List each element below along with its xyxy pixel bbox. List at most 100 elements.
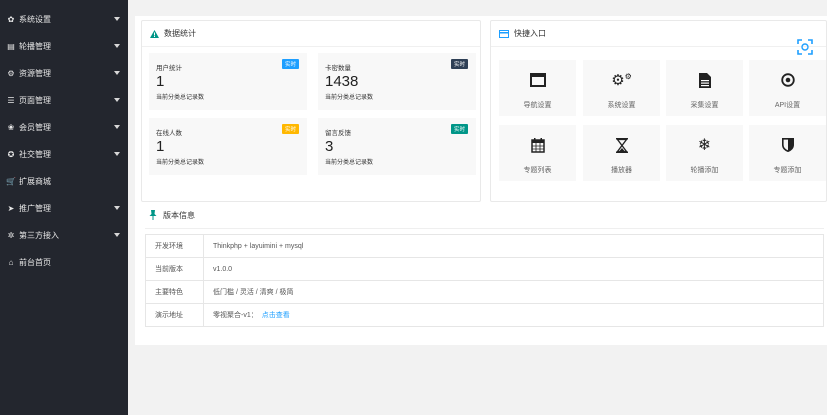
- quick-nav-settings[interactable]: 导航设置: [499, 60, 576, 116]
- chevron-down-icon: [114, 17, 120, 21]
- sidebar-item-label: 会员管理: [19, 123, 51, 132]
- stats-card: 数据统计 用户统计 实时 1 当前分类总记录数 卡密数量 实时 1438 当前分…: [141, 20, 481, 202]
- row-value-text: Thinkphp + layuimini + mysql: [213, 242, 304, 250]
- stat-desc: 当前分类总记录数: [156, 160, 205, 166]
- sidebar-item-label: 扩展商城: [19, 177, 51, 186]
- row-value: v1.0.0: [203, 257, 824, 281]
- stat-label: 在线人数: [156, 130, 182, 137]
- credit-card-icon: [499, 29, 509, 38]
- version-table: 开发环境 Thinkphp + layuimini + mysql 当前版本 v…: [145, 234, 824, 327]
- image-icon: ▤: [7, 42, 15, 51]
- quick-label: 播放器: [611, 167, 632, 174]
- sidebar-item-promotion[interactable]: ➤ 推广管理: [0, 195, 128, 222]
- window-icon: [499, 72, 576, 88]
- stat-value: 1: [156, 138, 165, 155]
- realtime-badge: 实时: [281, 59, 299, 69]
- row-key: 开发环境: [145, 234, 204, 258]
- stat-value: 1438: [325, 73, 359, 90]
- quick-access-card: 快捷入口 导航设置 ⚙ ⚙ 系统设置 采集设置 API设置 专题列表 播放器 ❄…: [490, 20, 827, 202]
- top-strip: [128, 0, 827, 9]
- chevron-down-icon: [114, 44, 120, 48]
- sidebar-item-label: 第三方接入: [19, 231, 59, 240]
- screenshot-scan-icon[interactable]: [796, 38, 814, 56]
- quick-label: 专题列表: [523, 167, 552, 174]
- stat-value: 3: [325, 138, 334, 155]
- chevron-down-icon: [114, 206, 120, 210]
- chevron-down-icon: [114, 152, 120, 156]
- row-value: 低门槛 / 灵活 / 清爽 / 极简: [203, 280, 824, 304]
- cogs-icon: ⚙ ⚙: [611, 71, 632, 90]
- quick-label: API设置: [774, 102, 801, 109]
- chevron-down-icon: [114, 71, 120, 75]
- stat-desc: 当前分类总记录数: [325, 160, 374, 166]
- quick-topic-add[interactable]: 专题添加: [749, 125, 826, 181]
- quick-topic-list[interactable]: 专题列表: [499, 125, 576, 181]
- row-key: 演示地址: [145, 303, 204, 327]
- circle-icon: ✪: [7, 150, 15, 159]
- list-icon: ☰: [7, 96, 15, 105]
- quick-collect-settings[interactable]: 采集设置: [666, 60, 743, 116]
- quick-label: 采集设置: [690, 102, 719, 109]
- quick-player[interactable]: 播放器: [583, 125, 660, 181]
- demo-link[interactable]: 点击查看: [262, 312, 290, 319]
- quick-label: 导航设置: [523, 102, 552, 109]
- quick-carousel-add[interactable]: ❄ 轮播添加: [666, 125, 743, 181]
- gears-icon: ⚙: [7, 69, 15, 78]
- sidebar-item-system-settings[interactable]: ✿ 系统设置: [0, 6, 128, 33]
- table-row: 演示地址 零视聚合-v1： 点击查看: [145, 303, 824, 327]
- sidebar-item-label: 轮播管理: [19, 42, 51, 51]
- sidebar-item-label: 页面管理: [19, 96, 51, 105]
- stats-card-title: 数据统计: [164, 29, 196, 38]
- row-value: Thinkphp + layuimini + mysql: [203, 234, 824, 258]
- sidebar-item-label: 系统设置: [19, 15, 51, 24]
- quick-label: 系统设置: [607, 102, 636, 109]
- chevron-down-icon: [114, 233, 120, 237]
- table-row: 主要特色 低门槛 / 灵活 / 清爽 / 极简: [145, 280, 824, 304]
- calendar-icon: [499, 137, 576, 153]
- stats-card-header: 数据统计: [142, 21, 480, 47]
- table-row: 开发环境 Thinkphp + layuimini + mysql: [145, 234, 824, 258]
- row-value-text: 零视聚合-v1：: [213, 312, 258, 319]
- sidebar-item-carousel[interactable]: ▤ 轮播管理: [0, 33, 128, 60]
- stat-card-key-count: 卡密数量 实时 1438 当前分类总记录数: [318, 53, 476, 110]
- divider: [145, 228, 824, 229]
- sidebar-item-label: 资源管理: [19, 69, 51, 78]
- stat-user-count: 用户统计 实时 1 当前分类总记录数: [149, 53, 307, 110]
- quick-label: 轮播添加: [690, 167, 719, 174]
- chevron-down-icon: [114, 125, 120, 129]
- sidebar-item-label: 推广管理: [19, 204, 51, 213]
- hourglass-icon: [583, 137, 660, 153]
- stat-label: 留言反馈: [325, 130, 351, 137]
- sidebar-item-home[interactable]: ⌂ 前台首页: [0, 249, 128, 276]
- warning-triangle-icon: [150, 29, 159, 38]
- realtime-badge: 实时: [450, 124, 468, 134]
- stat-desc: 当前分类总记录数: [325, 95, 374, 101]
- sidebar-item-resources[interactable]: ⚙ 资源管理: [0, 60, 128, 87]
- row-value-text: 低门槛 / 灵活 / 清爽 / 极简: [213, 289, 294, 296]
- send-icon: ➤: [7, 204, 15, 213]
- pin-icon: [149, 210, 157, 220]
- stat-desc: 当前分类总记录数: [156, 95, 205, 101]
- snowflake-icon: ❄: [697, 137, 712, 154]
- sidebar-item-label: 前台首页: [19, 258, 51, 267]
- stat-online-count: 在线人数 实时 1 当前分类总记录数: [149, 118, 307, 175]
- sidebar-item-pages[interactable]: ☰ 页面管理: [0, 87, 128, 114]
- sidebar-item-members[interactable]: ❀ 会员管理: [0, 114, 128, 141]
- quick-label: 专题添加: [773, 167, 802, 174]
- sidebar-item-third-party[interactable]: ✲ 第三方接入: [0, 222, 128, 249]
- cart-icon: 🛒: [6, 177, 16, 186]
- quick-access-title: 快捷入口: [514, 29, 546, 38]
- row-key: 主要特色: [145, 280, 204, 304]
- sidebar-item-mall[interactable]: 🛒 扩展商城: [0, 168, 128, 195]
- stat-feedback-count: 留言反馈 实时 3 当前分类总记录数: [318, 118, 476, 175]
- stat-label: 用户统计: [156, 65, 182, 72]
- sidebar-item-social[interactable]: ✪ 社交管理: [0, 141, 128, 168]
- row-value-text: v1.0.0: [213, 265, 233, 273]
- stat-label: 卡密数量: [325, 65, 351, 72]
- users-icon: ❀: [7, 123, 15, 132]
- quick-api-settings[interactable]: API设置: [749, 60, 826, 116]
- realtime-badge: 实时: [450, 59, 468, 69]
- file-icon: [666, 72, 743, 88]
- cog-icon: ✲: [7, 231, 15, 240]
- quick-system-settings[interactable]: ⚙ ⚙ 系统设置: [583, 60, 660, 116]
